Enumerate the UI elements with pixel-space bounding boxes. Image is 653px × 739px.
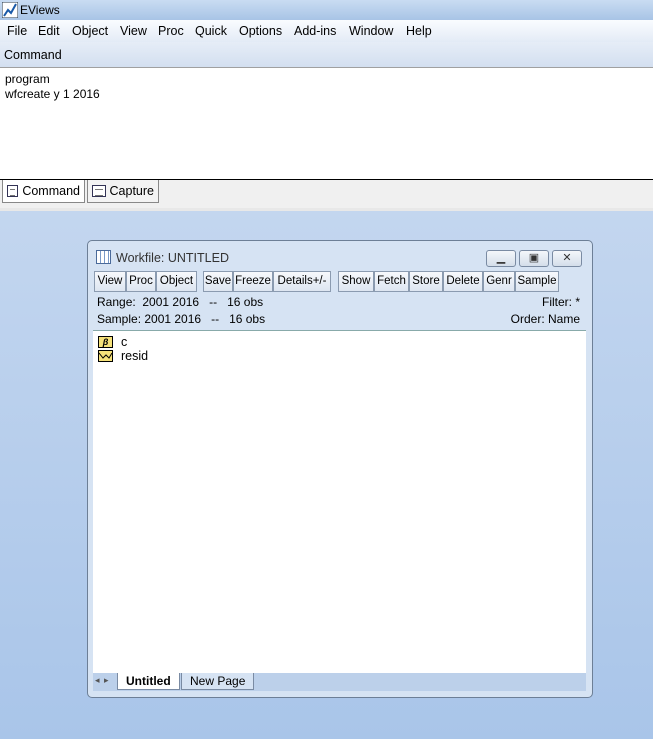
menu-bar: File Edit Object View Proc Quick Options… bbox=[0, 20, 653, 42]
range-info[interactable]: Range: 2001 2016 -- 16 obs bbox=[97, 295, 263, 309]
command-pane-header: Command bbox=[0, 42, 653, 68]
scroll-right-icon[interactable]: ▸ bbox=[104, 675, 109, 686]
freeze-button[interactable]: Freeze bbox=[233, 271, 273, 292]
command-tabs: Command Capture bbox=[0, 180, 653, 204]
workfile-window: Workfile: UNTITLED ▁ ▣ ✕ View Proc Objec… bbox=[87, 240, 593, 698]
tab-command[interactable]: Command bbox=[2, 180, 85, 203]
page-tab-new-page[interactable]: New Page bbox=[181, 673, 255, 690]
menu-help[interactable]: Help bbox=[406, 24, 432, 38]
eviews-logo-icon bbox=[2, 2, 18, 18]
document-icon bbox=[92, 185, 106, 197]
sample-button[interactable]: Sample bbox=[515, 271, 559, 292]
object-name: c bbox=[121, 335, 128, 349]
menu-options[interactable]: Options bbox=[239, 24, 282, 38]
menu-object[interactable]: Object bbox=[72, 24, 108, 38]
maximize-button[interactable]: ▣ bbox=[519, 250, 549, 267]
sample-info[interactable]: Sample: 2001 2016 -- 16 obs bbox=[97, 312, 265, 326]
object-item-c[interactable]: βc bbox=[98, 335, 127, 349]
menu-edit[interactable]: Edit bbox=[38, 24, 60, 38]
tab-capture[interactable]: Capture bbox=[87, 180, 159, 203]
coefficient-icon: β bbox=[98, 336, 113, 348]
genr-button[interactable]: Genr bbox=[483, 271, 515, 292]
close-button[interactable]: ✕ bbox=[552, 250, 582, 267]
view-button[interactable]: View bbox=[94, 271, 126, 292]
menu-addins[interactable]: Add-ins bbox=[294, 24, 336, 38]
object-button[interactable]: Object bbox=[156, 271, 197, 292]
object-list: βc resid bbox=[93, 330, 586, 673]
series-icon bbox=[98, 350, 113, 362]
save-button[interactable]: Save bbox=[203, 271, 233, 292]
workfile-icon bbox=[96, 250, 111, 264]
app-titlebar: EViews bbox=[0, 0, 653, 20]
store-button[interactable]: Store bbox=[409, 271, 443, 292]
command-label: Command bbox=[4, 48, 62, 62]
command-input[interactable]: program wfcreate y 1 2016 bbox=[0, 68, 653, 180]
tab-label: Capture bbox=[109, 184, 154, 198]
page-tab-untitled[interactable]: Untitled bbox=[117, 673, 180, 690]
menu-proc[interactable]: Proc bbox=[158, 24, 184, 38]
object-name: resid bbox=[121, 349, 149, 363]
command-line: wfcreate y 1 2016 bbox=[5, 87, 100, 101]
details-button[interactable]: Details+/- bbox=[273, 271, 331, 292]
filter-info: Filter: * bbox=[541, 295, 580, 309]
minimize-button[interactable]: ▁ bbox=[486, 250, 516, 267]
show-button[interactable]: Show bbox=[338, 271, 374, 292]
order-info: Order: Name bbox=[510, 312, 580, 326]
object-item-resid[interactable]: resid bbox=[98, 349, 148, 363]
tab-label: Command bbox=[22, 184, 80, 198]
fetch-button[interactable]: Fetch bbox=[374, 271, 409, 292]
document-icon bbox=[7, 185, 19, 197]
app-title: EViews bbox=[20, 3, 60, 17]
menu-view[interactable]: View bbox=[120, 24, 147, 38]
workfile-title: Workfile: UNTITLED bbox=[116, 251, 229, 265]
delete-button[interactable]: Delete bbox=[443, 271, 483, 292]
page-tabs: ◂ ▸ Untitled New Page bbox=[93, 673, 586, 691]
proc-button[interactable]: Proc bbox=[126, 271, 156, 292]
menu-file[interactable]: File bbox=[7, 24, 27, 38]
command-line: program bbox=[5, 72, 50, 86]
scroll-left-icon[interactable]: ◂ bbox=[95, 675, 100, 686]
menu-window[interactable]: Window bbox=[349, 24, 393, 38]
menu-quick[interactable]: Quick bbox=[195, 24, 227, 38]
